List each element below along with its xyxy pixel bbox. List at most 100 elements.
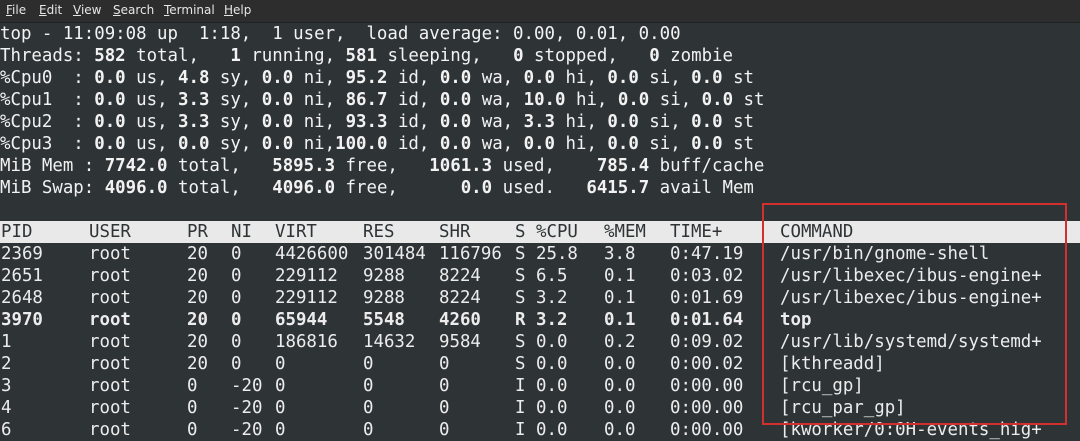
threads-sep: zombie [659, 46, 733, 66]
column-pid[interactable]: PID [1, 221, 32, 243]
process-mem-cell: 0.2 [604, 332, 636, 352]
process-pid-cell: 2 [1, 354, 12, 374]
process-time-cell: 0:00.00 [670, 398, 744, 418]
process-command-cell: [rcu_gp] [780, 376, 864, 396]
swap-sep: avail Mem [649, 178, 754, 198]
cpu-sep: sy, [209, 134, 262, 154]
process-pr-cell: 20 [187, 332, 208, 352]
menu-terminal[interactable]: Terminal [164, 3, 215, 17]
process-row[interactable]: 3970 root 20 0 65944 5548 4260 R 3.2 0.1 0:01.64 to… [0, 309, 1080, 331]
menu-view[interactable]: View [73, 3, 101, 17]
threads-sep: total, [125, 46, 231, 66]
cpu-line: %Cpu2 : 0.0 us, 3.3 sy, 0.0 ni, 93.3 id,… [0, 111, 1080, 133]
process-row[interactable]: 2369 root 20 0 4426600 301484 116796 S 25.8 3.8 0:… [0, 243, 1080, 265]
mem-sep: free, [335, 156, 430, 176]
cpu-hi-value: 0.0 [523, 134, 556, 154]
process-time-cell: 0:00.00 [670, 376, 744, 396]
menu-file[interactable]: File [6, 3, 26, 17]
process-virt-cell: 0 [275, 376, 286, 396]
cpu-sep: st [722, 134, 755, 154]
process-row[interactable]: 2 root 20 0 0 0 0 S 0.0 0.0 0:00.02 [kthreadd] [0, 353, 1080, 375]
cpu-hi-value: 10.0 [523, 90, 566, 110]
cpu-sep: id, [387, 90, 440, 110]
column-pr[interactable]: PR [187, 221, 208, 243]
process-pid-cell: 6 [1, 420, 12, 440]
cpu-sy-value: 3.3 [178, 112, 210, 132]
process-cpu-cell: 0.0 [536, 376, 568, 396]
process-ni-cell: -20 [231, 376, 263, 396]
swap-sep: total, [167, 178, 273, 198]
column-virt[interactable]: VIRT [275, 221, 317, 243]
cpu-sep: st [722, 112, 755, 132]
process-user-cell: root [89, 310, 131, 330]
column-shr[interactable]: SHR [439, 221, 470, 243]
column-user[interactable]: USER [89, 221, 131, 243]
column-res[interactable]: RES [363, 221, 394, 243]
process-cpu-cell: 3.2 [536, 310, 568, 330]
process-time-cell: 0:00.02 [670, 354, 744, 374]
menu-edit[interactable]: Edit [39, 3, 62, 17]
mem-total: 7742.0 [104, 156, 168, 176]
process-pid-cell: 1 [1, 332, 12, 352]
column-time[interactable]: TIME+ [670, 221, 722, 243]
process-pr-cell: 20 [187, 266, 208, 286]
process-row[interactable]: 4 root 0 -20 0 0 0 I 0.0 0.0 0:00.00 [rcu_par_gp] [0, 397, 1080, 419]
uptime-line: top - 11:09:08 up 1:18, 1 user, load ave… [0, 24, 681, 44]
column-command[interactable]: COMMAND [780, 221, 853, 243]
mem-sep: buff/cache [649, 156, 765, 176]
swap-line: MiB Swap: 4096.0 total, 4096.0 free, 0.0… [0, 177, 1080, 199]
cpu-sep: si, [649, 90, 702, 110]
column-cpu[interactable]: %CPU [536, 221, 578, 243]
process-pid-cell: 3 [1, 376, 12, 396]
process-virt-cell: 186816 [275, 332, 338, 352]
menu-search[interactable]: Search [113, 3, 154, 17]
cpu-wa-value: 0.0 [439, 112, 472, 132]
process-row[interactable]: 1 root 20 0 186816 14632 9584 S 0.0 0.2 0:09.02/us… [0, 331, 1080, 353]
menu-search-label: earch [120, 3, 155, 17]
column-ni[interactable]: NI [231, 221, 252, 243]
cpu-id-value: 86.7 [345, 90, 388, 110]
process-s-cell: I [515, 376, 526, 396]
process-pid-cell: 2651 [1, 266, 43, 286]
process-shr-cell: 8224 [439, 266, 481, 286]
cpu-sep: ni, [293, 90, 346, 110]
process-mem-cell: 0.0 [604, 398, 636, 418]
process-time-cell: 0:09.02 [670, 332, 744, 352]
cpu-hi-value: 0.0 [523, 68, 556, 88]
process-virt-cell: 229112 [275, 288, 338, 308]
menu-file-label: ile [12, 3, 27, 17]
process-mem-cell: 0.0 [604, 420, 636, 440]
column-mem[interactable]: %MEM [604, 221, 646, 243]
terminal-area[interactable]: top - 11:09:08 up 1:18, 1 user, load ave… [0, 23, 1080, 440]
menu-edit-mnemonic: E [39, 3, 47, 17]
cpu-ni-value: 0.0 [261, 90, 294, 110]
cpu-si-value: 0.0 [607, 112, 639, 132]
process-user-cell: root [89, 398, 131, 418]
process-shr-cell: 8224 [439, 288, 481, 308]
column-state[interactable]: S [515, 221, 525, 243]
cpu-st-value: 0.0 [691, 68, 723, 88]
cpu-wa-value: 0.0 [439, 90, 472, 110]
process-row[interactable]: 6 root 0 -20 0 0 0 I 0.0 0.0 0:00.00 [kworker/0:0H-… [0, 419, 1080, 441]
process-s-cell: I [515, 398, 526, 418]
menu-help[interactable]: Help [224, 3, 251, 17]
process-res-cell: 9288 [363, 288, 405, 308]
process-row[interactable]: 2648 root 20 0 229112 9288 8224 S 3.2 0.1 0:01.69 /… [0, 287, 1080, 309]
threads-running: 1 [230, 46, 241, 66]
cpu-sep: ni, [293, 134, 336, 154]
cpu-sep: wa, [471, 68, 524, 88]
process-ni-cell: 0 [231, 288, 242, 308]
process-cpu-cell: 0.0 [536, 332, 568, 352]
swap-total: 4096.0 [104, 178, 168, 198]
process-row[interactable]: 3 root 0 -20 0 0 0 I 0.0 0.0 0:00.00 [rcu_gp] [0, 375, 1080, 397]
process-virt-cell: 0 [275, 354, 286, 374]
process-time-cell: 0:47.19 [670, 244, 744, 264]
process-row[interactable]: 2651 root 20 0 229112 9288 8224 S 6.5 0.1 0:03.02 /… [0, 265, 1080, 287]
threads-total: 582 [94, 46, 126, 66]
cpu-sep: ni, [293, 68, 346, 88]
cpu-sep: us, [125, 134, 179, 154]
threads-sep: stopped, [523, 46, 650, 66]
cpu-sy-value: 3.3 [178, 90, 210, 110]
cpu-st-value: 0.0 [691, 112, 723, 132]
cpu-sep: id, [387, 68, 440, 88]
